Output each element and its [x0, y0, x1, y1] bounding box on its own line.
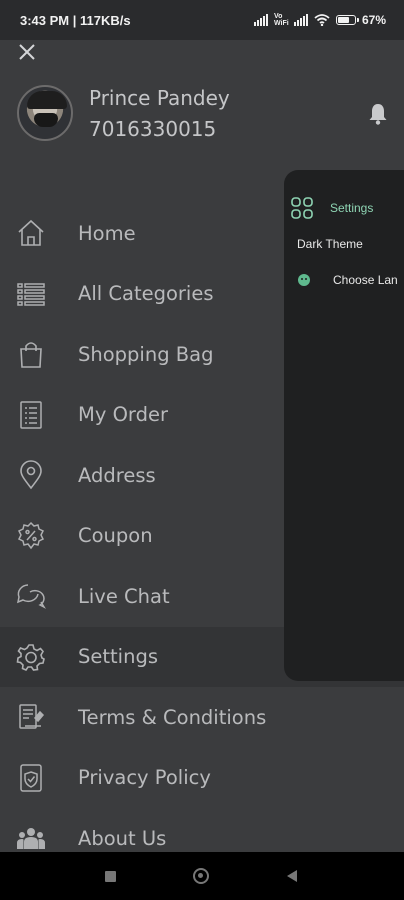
status-icons: Vo WiFi 67% — [253, 13, 386, 27]
battery-icon — [335, 15, 359, 25]
people-icon — [16, 823, 46, 853]
signal-icon — [253, 14, 268, 26]
menu-item-label: Live Chat — [78, 584, 170, 608]
menu-item-label: Address — [78, 463, 156, 487]
home-button[interactable] — [193, 868, 209, 884]
menu-item-terms[interactable]: Terms & Conditions — [0, 687, 404, 748]
shopping-bag-icon — [16, 339, 46, 369]
wifi-icon — [314, 14, 330, 26]
menu-item-label: Coupon — [78, 524, 153, 548]
choose-language-item[interactable]: Choose Lan — [333, 273, 398, 287]
battery-percent: 67% — [361, 13, 386, 27]
bell-icon — [369, 104, 387, 125]
menu-item-label: About Us — [78, 826, 167, 850]
chat-icon — [16, 581, 46, 611]
terms-icon — [16, 702, 46, 732]
coupon-icon — [16, 521, 46, 551]
notification-button[interactable] — [365, 101, 391, 127]
recents-button[interactable] — [105, 871, 116, 882]
grid-icon — [291, 197, 313, 219]
location-pin-icon — [16, 460, 46, 490]
status-time: 3:43 PM | 117KB/s — [20, 12, 131, 28]
vowifi-label: Vo WiFi — [273, 13, 289, 27]
menu-item-privacy-policy[interactable]: Privacy Policy — [0, 748, 404, 809]
menu-item-label: Settings — [78, 645, 158, 669]
privacy-icon — [16, 763, 46, 793]
language-icon — [298, 274, 310, 286]
menu-item-label: Shopping Bag — [78, 342, 214, 366]
menu-item-label: Privacy Policy — [78, 766, 211, 790]
menu-item-label: Terms & Conditions — [78, 705, 267, 729]
system-nav-bar — [0, 852, 404, 900]
user-phone: 7016330015 — [89, 117, 217, 141]
document-icon — [16, 400, 46, 430]
home-icon — [16, 218, 46, 248]
close-icon — [19, 44, 35, 60]
menu-item-label: All Categories — [78, 282, 214, 306]
dark-theme-toggle[interactable]: Dark Theme — [297, 237, 363, 251]
avatar[interactable] — [17, 85, 73, 141]
menu-item-label: My Order — [78, 403, 168, 427]
close-button[interactable] — [15, 40, 39, 64]
status-bar: 3:43 PM | 117KB/s Vo WiFi 67% — [0, 0, 404, 40]
list-icon — [16, 279, 46, 309]
menu-item-label: Home — [78, 221, 136, 245]
back-button[interactable] — [287, 870, 297, 882]
settings-title: Settings — [330, 201, 374, 215]
signal-icon-2 — [293, 14, 308, 26]
gear-icon — [16, 642, 46, 672]
settings-panel: Settings Dark Theme Choose Lan — [284, 170, 404, 681]
user-name: Prince Pandey — [89, 86, 230, 110]
